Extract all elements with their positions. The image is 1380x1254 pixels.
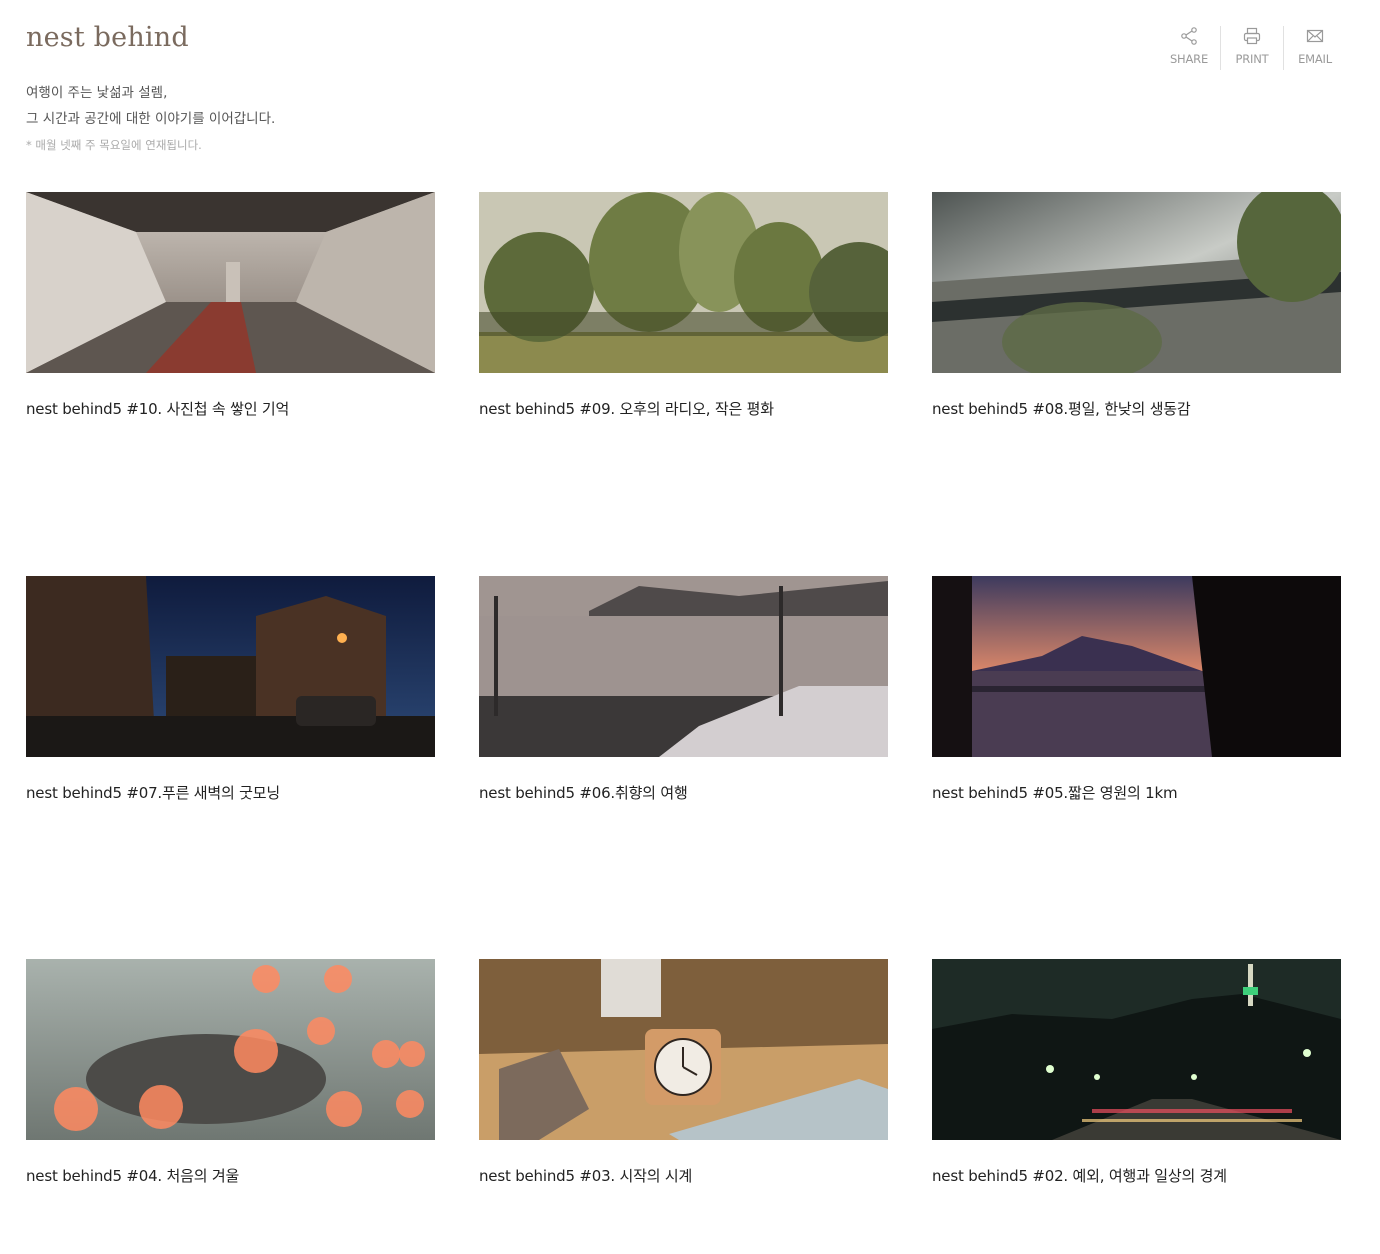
- post-card[interactable]: nest behind5 #10. 사진첩 속 쌓인 기억: [26, 192, 436, 419]
- share-toolbar: SHARE PRINT EMAIL: [1158, 26, 1346, 70]
- post-card[interactable]: nest behind5 #04. 처음의 겨울: [26, 959, 436, 1186]
- print-button[interactable]: PRINT: [1220, 26, 1283, 70]
- intro-line-2: 그 시간과 공간에 대한 이야기를 이어갑니다.: [26, 111, 276, 127]
- schedule-note: * 매월 넷째 주 목요일에 연재됩니다.: [26, 138, 202, 152]
- envelope-icon: [1306, 29, 1324, 43]
- desk-clock-photo: [479, 959, 888, 1140]
- post-title[interactable]: nest behind5 #02. 예외, 여행과 일상의 경계: [932, 1165, 1342, 1186]
- post-thumbnail[interactable]: [479, 959, 888, 1140]
- post-title[interactable]: nest behind5 #04. 처음의 겨울: [26, 1165, 436, 1186]
- post-card[interactable]: nest behind5 #06.취향의 여행: [479, 576, 889, 803]
- post-thumbnail[interactable]: [26, 192, 435, 373]
- brand-logo[interactable]: nest behind: [26, 22, 189, 53]
- bridge-photo: [26, 192, 435, 373]
- email-label: EMAIL: [1298, 52, 1332, 66]
- share-button[interactable]: SHARE: [1158, 26, 1220, 70]
- post-title[interactable]: nest behind5 #10. 사진첩 속 쌓인 기억: [26, 398, 436, 419]
- post-thumbnail[interactable]: [932, 959, 1341, 1140]
- post-thumbnail[interactable]: [479, 576, 888, 757]
- river-sunset-photo: [932, 576, 1341, 757]
- street-dawn-photo: [26, 576, 435, 757]
- post-thumbnail[interactable]: [26, 576, 435, 757]
- post-title[interactable]: nest behind5 #08.평일, 한낮의 생동감: [932, 398, 1342, 419]
- print-label: PRINT: [1235, 52, 1269, 66]
- post-thumbnail[interactable]: [932, 192, 1341, 373]
- post-card[interactable]: nest behind5 #03. 시작의 시계: [479, 959, 889, 1186]
- post-card[interactable]: nest behind5 #02. 예외, 여행과 일상의 경계: [932, 959, 1342, 1186]
- post-thumbnail[interactable]: [479, 192, 888, 373]
- post-card[interactable]: nest behind5 #07.푸른 새벽의 굿모닝: [26, 576, 436, 803]
- share-label: SHARE: [1169, 52, 1209, 66]
- intro-line-1: 여행이 주는 낯섦과 설렘,: [26, 85, 168, 101]
- post-title[interactable]: nest behind5 #09. 오후의 라디오, 작은 평화: [479, 398, 889, 419]
- intro-text: 여행이 주는 낯섦과 설렘, 그 시간과 공간에 대한 이야기를 이어갑니다. …: [26, 80, 275, 156]
- post-card[interactable]: nest behind5 #08.평일, 한낮의 생동감: [932, 192, 1342, 419]
- share-icon: [1181, 27, 1197, 45]
- rainy-window-photo: [26, 959, 435, 1140]
- post-card[interactable]: nest behind5 #09. 오후의 라디오, 작은 평화: [479, 192, 889, 419]
- post-title[interactable]: nest behind5 #05.짧은 영원의 1km: [932, 782, 1342, 803]
- printer-icon: [1243, 27, 1261, 45]
- post-thumbnail[interactable]: [26, 959, 435, 1140]
- post-title[interactable]: nest behind5 #06.취향의 여행: [479, 782, 889, 803]
- post-title[interactable]: nest behind5 #07.푸른 새벽의 굿모닝: [26, 782, 436, 803]
- post-card[interactable]: nest behind5 #05.짧은 영원의 1km: [932, 576, 1342, 803]
- riverside-photo: [932, 192, 1341, 373]
- harbor-photo: [479, 576, 888, 757]
- park-photo: [479, 192, 888, 373]
- post-thumbnail[interactable]: [932, 576, 1341, 757]
- email-button[interactable]: EMAIL: [1283, 26, 1346, 70]
- post-title[interactable]: nest behind5 #03. 시작의 시계: [479, 1165, 889, 1186]
- city-night-photo: [932, 959, 1341, 1140]
